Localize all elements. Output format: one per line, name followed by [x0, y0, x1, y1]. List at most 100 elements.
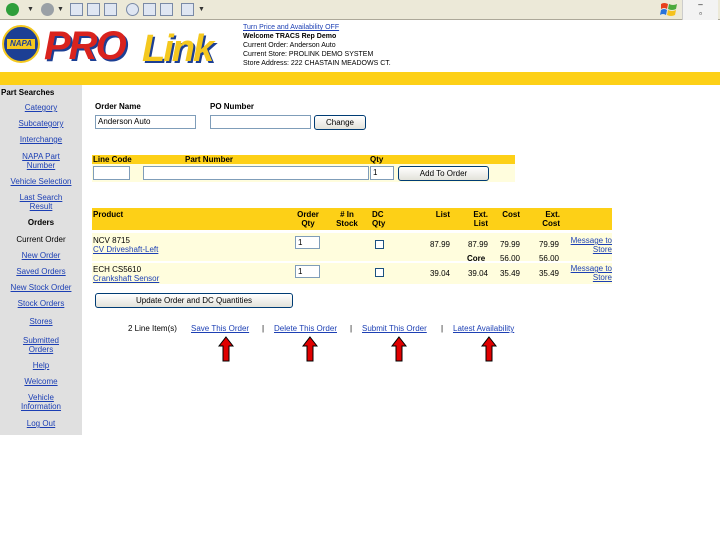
back-icon[interactable] [6, 3, 19, 16]
part-number-input[interactable] [143, 166, 369, 180]
row1-code: NCV 8715 [93, 236, 130, 245]
welcome-text: Welcome TRACS Rep Demo [243, 33, 337, 40]
col-in-stock: # In Stock [336, 210, 358, 228]
submit-order-link[interactable]: Submit This Order [362, 324, 427, 333]
arrow-up-icon [481, 336, 497, 362]
col-order-qty: Order Qty [297, 210, 319, 228]
qty-input[interactable]: 1 [370, 166, 394, 180]
line-code-label: Line Code [93, 155, 132, 164]
napa-logo-text: NAPA [7, 39, 35, 49]
row1-ext-cost: 79.99 [538, 240, 559, 249]
window-controls: – ▫ [682, 0, 718, 20]
home-icon[interactable] [104, 3, 117, 16]
add-to-order-button[interactable]: Add To Order [398, 166, 489, 181]
sidebar-item-log-out[interactable]: Log Out [0, 419, 82, 428]
order-name-input[interactable]: Anderson Auto [95, 115, 196, 129]
row2-list: 39.04 [429, 269, 450, 278]
row1-ext-list: 87.99 [467, 240, 488, 249]
forward-icon[interactable] [41, 3, 54, 16]
row2-dc-checkbox[interactable] [375, 268, 384, 277]
sidebar-title: Part Searches [1, 88, 55, 97]
row1-qty-input[interactable]: 1 [295, 236, 320, 249]
row2-ext-list: 39.04 [467, 269, 488, 278]
sidebar-item-stores[interactable]: Stores [0, 317, 82, 326]
col-ext-cost: Ext. Cost [542, 210, 560, 228]
arrow-up-icon [391, 336, 407, 362]
row2-desc-link[interactable]: Crankshaft Sensor [93, 274, 159, 283]
header-yellow-bar [0, 72, 720, 85]
favorites-icon[interactable] [143, 3, 156, 16]
delete-order-link[interactable]: Delete This Order [274, 324, 337, 333]
sidebar-item-welcome[interactable]: Welcome [0, 377, 82, 386]
sidebar-item-napa-part-number[interactable]: NAPA Part Number [20, 152, 62, 170]
windows-logo-icon [660, 3, 677, 16]
row1-message-link[interactable]: Message to Store [563, 236, 612, 254]
line-item-count: 2 Line Item(s) [128, 324, 177, 333]
col-cost: Cost [502, 210, 520, 219]
arrow-up-icon [302, 336, 318, 362]
sidebar-item-last-search-result[interactable]: Last Search Result [18, 193, 64, 211]
save-order-link[interactable]: Save This Order [191, 324, 249, 333]
sidebar: Part Searches Category Subcategory Inter… [0, 85, 82, 435]
sidebar-item-vehicle-selection[interactable]: Vehicle Selection [0, 177, 82, 186]
minimize-icon[interactable]: – [683, 0, 718, 9]
sidebar-item-saved-orders[interactable]: Saved Orders [0, 267, 82, 276]
po-number-input[interactable] [210, 115, 311, 129]
sidebar-item-category[interactable]: Category [0, 103, 82, 112]
sidebar-item-new-order[interactable]: New Order [0, 251, 82, 260]
store-address-text: Store Address: 222 CHASTAIN MEADOWS CT. [243, 60, 391, 67]
current-order-text: Current Order: Anderson Auto [243, 42, 336, 49]
row2-message-link[interactable]: Message to Store [563, 264, 612, 282]
row1-dc-checkbox[interactable] [375, 240, 384, 249]
sidebar-item-submitted-orders[interactable]: Submitted Orders [18, 336, 64, 354]
row2-cost: 35.49 [499, 269, 520, 278]
row1-core-label: Core [467, 254, 486, 263]
sidebar-item-interchange[interactable]: Interchange [0, 135, 82, 144]
browser-toolbar: ▼ ▼ ▼ – ▫ [0, 0, 720, 20]
sidebar-item-vehicle-information[interactable]: Vehicle Information [14, 393, 68, 411]
turn-price-link[interactable]: Turn Price and Availability OFF [243, 24, 339, 31]
col-dc-qty: DC Qty [372, 210, 386, 228]
row2-qty-input[interactable]: 1 [295, 265, 320, 278]
sidebar-item-subcategory[interactable]: Subcategory [0, 119, 82, 128]
restore-icon[interactable]: ▫ [683, 9, 718, 18]
latest-availability-link[interactable]: Latest Availability [453, 324, 514, 333]
order-name-label: Order Name [95, 102, 141, 111]
row2-ext-cost: 35.49 [538, 269, 559, 278]
mail-dropdown-icon[interactable]: ▼ [198, 6, 205, 13]
change-button[interactable]: Change [314, 115, 366, 130]
page-header: NAPA PRO Link Turn Price and Availabilit… [0, 20, 720, 72]
row1-core-cost: 56.00 [499, 254, 520, 263]
row1-desc-link[interactable]: CV Driveshaft-Left [93, 245, 158, 254]
sidebar-item-orders: Orders [27, 218, 55, 227]
sidebar-item-help[interactable]: Help [0, 361, 82, 370]
footer-separator: | [262, 324, 265, 333]
forward-dropdown-icon[interactable]: ▼ [57, 6, 64, 13]
row1-list: 87.99 [429, 240, 450, 249]
sidebar-item-current-order: Current Order [16, 235, 66, 244]
qty-label: Qty [370, 155, 384, 164]
arrow-up-icon [218, 336, 234, 362]
sidebar-item-stock-orders[interactable]: Stock Orders [0, 299, 82, 308]
footer-separator: | [350, 324, 353, 333]
back-dropdown-icon[interactable]: ▼ [27, 6, 34, 13]
update-order-button[interactable]: Update Order and DC Quantities [95, 293, 293, 308]
search-icon[interactable] [126, 3, 139, 16]
sidebar-item-new-stock-order[interactable]: New Stock Order [0, 283, 82, 292]
part-number-label: Part Number [185, 155, 234, 164]
refresh-icon[interactable] [87, 3, 100, 16]
add-line-header-bar [92, 155, 515, 164]
line-code-input[interactable] [93, 166, 130, 180]
row1-cost: 79.99 [499, 240, 520, 249]
col-product: Product [93, 210, 124, 219]
col-ext-list: Ext. List [473, 210, 488, 228]
header-info: Turn Price and Availability OFF Welcome … [243, 23, 391, 68]
stop-icon[interactable] [70, 3, 83, 16]
prolink-logo-link: Link [142, 28, 214, 70]
row1-core-ext-cost: 56.00 [538, 254, 559, 263]
current-store-text: Current Store: PROLINK DEMO SYSTEM [243, 51, 374, 58]
col-list: List [435, 210, 450, 219]
history-icon[interactable] [160, 3, 173, 16]
po-number-label: PO Number [210, 102, 255, 111]
mail-icon[interactable] [181, 3, 194, 16]
